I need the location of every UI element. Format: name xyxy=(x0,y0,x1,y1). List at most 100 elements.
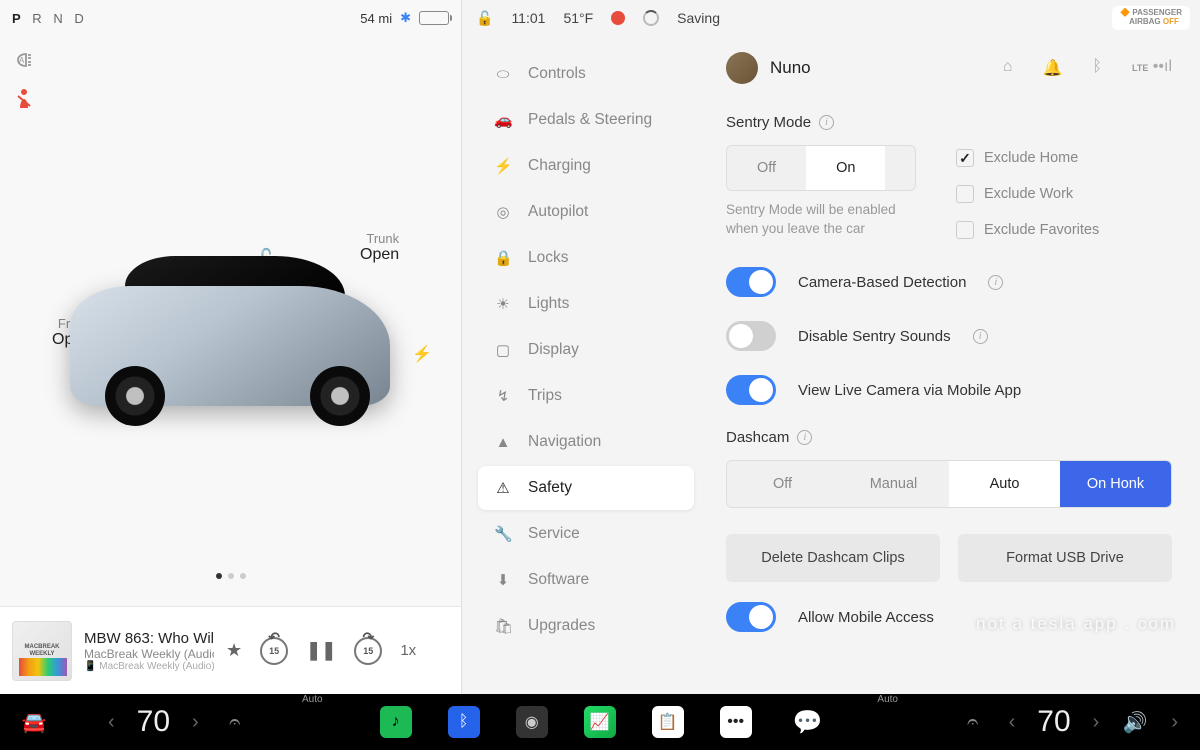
favorite-icon[interactable]: ★ xyxy=(226,640,242,661)
format-usb-button[interactable]: Format USB Drive xyxy=(958,534,1172,582)
nav-icon: ◎ xyxy=(494,203,512,221)
nav-item-charging[interactable]: ⚡Charging xyxy=(478,144,694,188)
info-icon[interactable]: i xyxy=(973,329,988,344)
toggle-row[interactable]: Camera-Based Detection i xyxy=(726,267,1172,297)
unlock-icon[interactable]: 🔓 xyxy=(476,10,493,27)
toggle-row[interactable]: View Live Camera via Mobile App xyxy=(726,375,1172,405)
nav-icon: ⚡ xyxy=(494,157,512,175)
avatar[interactable] xyxy=(726,52,758,84)
sentry-on-button[interactable]: On xyxy=(806,146,885,190)
temp-up-right[interactable]: › xyxy=(1085,711,1108,734)
nav-item-service[interactable]: 🔧Service xyxy=(478,512,694,556)
temp-left[interactable]: 70 xyxy=(131,705,176,739)
bell-icon[interactable]: 🔔 xyxy=(1042,58,1062,78)
nav-item-upgrades[interactable]: 🛍Upgrades xyxy=(478,604,694,648)
skip-forward-button[interactable]: 15 xyxy=(354,637,382,665)
toggle-switch[interactable] xyxy=(726,321,776,351)
nav-item-locks[interactable]: 🔒Locks xyxy=(478,236,694,280)
watermark: not a tesla app . com xyxy=(976,614,1176,634)
seat-heat-right-icon[interactable]: 𝄐 xyxy=(953,702,993,742)
page-dots[interactable] xyxy=(0,566,461,584)
dashcam-mode-selector[interactable]: OffManualAutoOn Honk xyxy=(726,460,1172,508)
outside-temp: 51°F xyxy=(563,10,593,26)
nav-icon: ▢ xyxy=(494,341,512,359)
checkbox[interactable] xyxy=(956,185,974,203)
delete-clips-button[interactable]: Delete Dashcam Clips xyxy=(726,534,940,582)
car-visualization[interactable]: Frunk Open Trunk Open 🔓 ⚡ xyxy=(0,36,461,694)
play-pause-button[interactable]: ❚❚ xyxy=(306,640,336,661)
playback-rate[interactable]: 1x xyxy=(400,642,416,659)
airbag-badge: 🔶 PASSENGER AIRBAG OFF xyxy=(1112,6,1190,30)
nav-item-controls[interactable]: ⬭Controls xyxy=(478,52,694,96)
nav-item-pedals-steering[interactable]: 🚗Pedals & Steering xyxy=(478,98,694,142)
track-title: MBW 863: Who Will S xyxy=(84,630,214,647)
saving-label: Saving xyxy=(677,10,720,26)
dashcam-option[interactable]: Off xyxy=(727,461,838,507)
nav-icon: 🚗 xyxy=(494,111,512,129)
temp-right[interactable]: 70 xyxy=(1031,705,1076,739)
car-icon[interactable]: 🚘 xyxy=(14,702,54,742)
nav-item-software[interactable]: ⬇Software xyxy=(478,558,694,602)
messages-icon[interactable]: 💬 xyxy=(788,702,828,742)
temp-down-right[interactable]: ‹ xyxy=(1001,711,1024,734)
toggle-switch[interactable] xyxy=(726,602,776,632)
nav-icon: ⬇ xyxy=(494,571,512,589)
info-icon[interactable]: i xyxy=(797,430,812,445)
range-value: 54 mi xyxy=(360,11,392,26)
bluetooth-icon[interactable]: ᛒ xyxy=(1092,58,1102,78)
dashcam-option[interactable]: Auto xyxy=(949,461,1060,507)
media-player[interactable]: MACBREAK WEEKLY MBW 863: Who Will S MacB… xyxy=(0,606,461,694)
volume-icon[interactable]: 🔊 xyxy=(1115,702,1155,742)
nav-item-display[interactable]: ▢Display xyxy=(478,328,694,372)
charge-bolt-icon: ⚡ xyxy=(412,344,432,364)
left-status-bar: P R N D 54 mi ✱ xyxy=(0,0,461,36)
volume-up[interactable]: › xyxy=(1163,711,1186,734)
nav-item-autopilot[interactable]: ◎Autopilot xyxy=(478,190,694,234)
toggle-row[interactable]: Disable Sentry Sounds i xyxy=(726,321,1172,351)
notes-app-icon[interactable]: 📋 xyxy=(652,706,684,738)
seat-heat-left-icon[interactable]: 𝄐 xyxy=(215,702,255,742)
nav-item-safety[interactable]: ⚠Safety xyxy=(478,466,694,510)
info-icon[interactable]: i xyxy=(988,275,1003,290)
exclude-check[interactable]: ✓Exclude Home xyxy=(956,149,1099,167)
skip-back-button[interactable]: 15 xyxy=(260,637,288,665)
dashcam-option[interactable]: Manual xyxy=(838,461,949,507)
spinner-icon xyxy=(643,10,659,26)
clock: 11:01 xyxy=(511,10,545,26)
signal-icon[interactable]: LTE ••ıl xyxy=(1132,58,1172,78)
info-icon[interactable]: i xyxy=(819,115,834,130)
album-art: MACBREAK WEEKLY xyxy=(12,621,72,681)
dashcam-app-icon[interactable]: ◉ xyxy=(516,706,548,738)
profile-name[interactable]: Nuno xyxy=(770,58,811,78)
checkbox[interactable]: ✓ xyxy=(956,149,974,167)
sentry-off-button[interactable]: Off xyxy=(727,146,806,190)
temp-up-left[interactable]: › xyxy=(184,711,207,734)
nav-item-trips[interactable]: ↯Trips xyxy=(478,374,694,418)
checkbox[interactable] xyxy=(956,221,974,239)
nav-item-lights[interactable]: ☀Lights xyxy=(478,282,694,326)
stocks-app-icon[interactable]: 📈 xyxy=(584,706,616,738)
nav-icon: 🔒 xyxy=(494,249,512,267)
bluetooth-app-icon[interactable]: ᛒ xyxy=(448,706,480,738)
sentry-mode-toggle[interactable]: Off On xyxy=(726,145,916,191)
record-icon xyxy=(611,11,625,25)
nav-icon: ▲ xyxy=(494,434,512,451)
bottom-dock[interactable]: 🚘 ‹ 70 › Auto 𝄐 ♪ ᛒ ◉ 📈 📋 ••• 💬 𝄐 Auto ‹… xyxy=(0,694,1200,750)
right-status-bar: 🔓 11:01 51°F Saving xyxy=(462,0,1200,36)
exclude-check[interactable]: Exclude Work xyxy=(956,185,1099,203)
exclude-check[interactable]: Exclude Favorites xyxy=(956,221,1099,239)
nav-item-navigation[interactable]: ▲Navigation xyxy=(478,420,694,464)
toggle-switch[interactable] xyxy=(726,375,776,405)
battery-icon xyxy=(419,11,449,25)
home-icon[interactable]: ⌂ xyxy=(1003,58,1013,78)
temp-down-left[interactable]: ‹ xyxy=(100,711,123,734)
more-apps-icon[interactable]: ••• xyxy=(720,706,752,738)
dashcam-option[interactable]: On Honk xyxy=(1060,461,1171,507)
gear-selector: P R N D xyxy=(12,11,88,26)
spotify-icon[interactable]: ♪ xyxy=(380,706,412,738)
nav-icon: ↯ xyxy=(494,387,512,405)
car-render xyxy=(50,236,410,436)
sentry-heading: Sentry Modei xyxy=(726,114,1172,131)
toggle-switch[interactable] xyxy=(726,267,776,297)
track-source: 📱 MacBreak Weekly (Audio) xyxy=(84,661,214,672)
